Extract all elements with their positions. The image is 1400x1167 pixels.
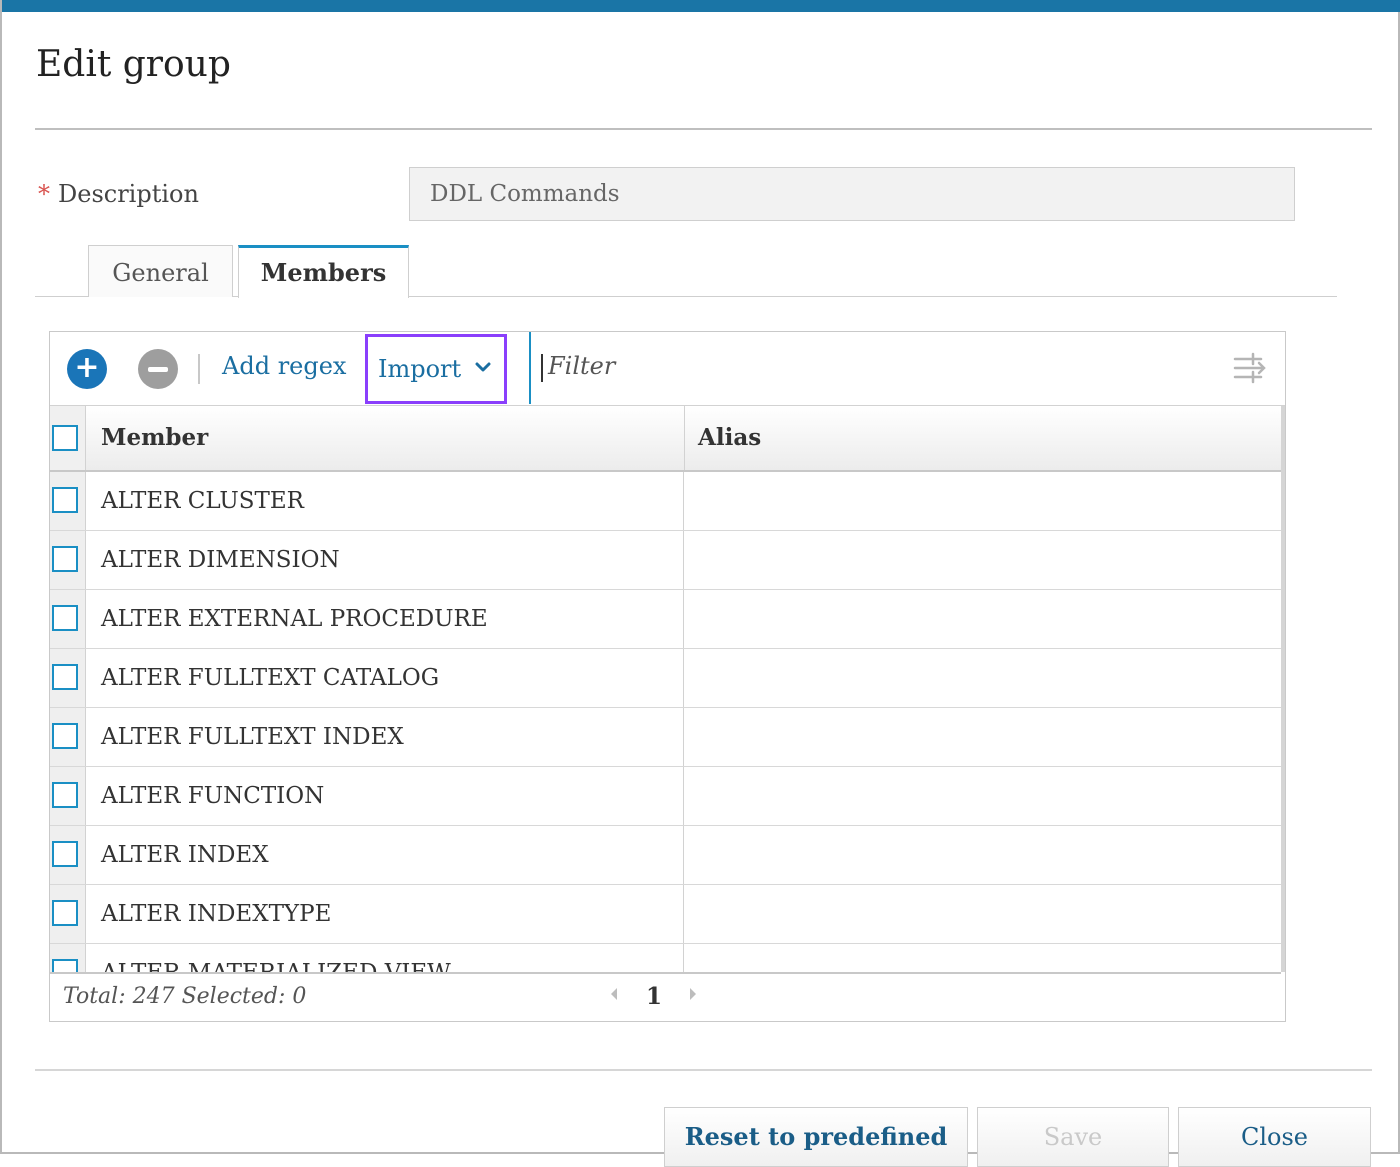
- dialog-title: Edit group: [36, 44, 231, 85]
- description-label: * Description: [38, 180, 199, 208]
- table-row[interactable]: ALTER MATERIALIZED VIEW: [50, 944, 1281, 974]
- reset-to-predefined-button[interactable]: Reset to predefined: [664, 1107, 968, 1167]
- table-row[interactable]: ALTER CLUSTER: [50, 472, 1281, 531]
- select-all-checkbox[interactable]: [52, 425, 78, 451]
- filter-options-icon[interactable]: [1233, 352, 1267, 384]
- edit-group-dialog: Edit group * Description DDL Commands Gen…: [0, 0, 1400, 1167]
- row-select-cell: [50, 531, 86, 589]
- row-select-cell: [50, 590, 86, 648]
- row-checkbox[interactable]: [52, 959, 78, 972]
- member-cell: ALTER FULLTEXT INDEX: [101, 724, 404, 750]
- row-select-cell: [50, 885, 86, 943]
- table-row[interactable]: ALTER EXTERNAL PROCEDURE: [50, 590, 1281, 649]
- row-checkbox[interactable]: [52, 900, 78, 926]
- import-label: Import: [378, 355, 462, 383]
- member-cell: ALTER DIMENSION: [101, 547, 340, 573]
- import-dropdown-button[interactable]: Import: [365, 334, 507, 404]
- chevron-down-icon: [475, 362, 491, 372]
- member-cell: ALTER MATERIALIZED VIEW: [101, 960, 451, 974]
- toolbar-separator: [198, 354, 200, 384]
- table-row[interactable]: ALTER FULLTEXT CATALOG: [50, 649, 1281, 708]
- member-cell: ALTER FULLTEXT CATALOG: [101, 665, 440, 691]
- required-marker: *: [38, 180, 50, 208]
- table-scrollbar[interactable]: [1281, 406, 1285, 972]
- title-divider: [35, 128, 1372, 130]
- alias-cell[interactable]: [683, 826, 1281, 884]
- tab-general[interactable]: General: [88, 245, 233, 297]
- row-select-cell: [50, 649, 86, 707]
- row-select-cell: [50, 708, 86, 766]
- plus-circle-icon: +: [74, 350, 100, 385]
- footer-divider: [35, 1069, 1372, 1071]
- member-cell: ALTER INDEXTYPE: [101, 901, 332, 927]
- row-select-cell: [50, 826, 86, 884]
- table-header: Member Alias: [50, 406, 1281, 472]
- table-row[interactable]: ALTER DIMENSION: [50, 531, 1281, 590]
- table-body: ALTER CLUSTER ALTER DIMENSION ALTER EXTE…: [50, 472, 1281, 974]
- members-grid: + Add regex Import Filter Member Alias A…: [49, 331, 1286, 1022]
- remove-member-button[interactable]: [138, 349, 178, 389]
- row-select-cell: [50, 472, 86, 530]
- save-button[interactable]: Save: [977, 1107, 1169, 1167]
- member-cell: ALTER EXTERNAL PROCEDURE: [101, 606, 488, 632]
- column-header-member[interactable]: Member: [101, 406, 208, 470]
- text-cursor: [541, 354, 543, 382]
- row-checkbox[interactable]: [52, 487, 78, 513]
- grid-toolbar: + Add regex Import Filter: [50, 332, 1285, 406]
- column-header-alias[interactable]: Alias: [684, 406, 1278, 470]
- alias-cell[interactable]: [683, 472, 1281, 530]
- add-member-button[interactable]: +: [67, 349, 107, 389]
- table-row[interactable]: ALTER FUNCTION: [50, 767, 1281, 826]
- alias-cell[interactable]: [683, 708, 1281, 766]
- alias-cell[interactable]: [683, 531, 1281, 589]
- grid-footer: Total: 247 Selected: 0 1: [50, 973, 1285, 1021]
- close-button[interactable]: Close: [1178, 1107, 1371, 1167]
- current-page[interactable]: 1: [646, 983, 662, 1010]
- member-cell: ALTER CLUSTER: [101, 488, 304, 514]
- description-field[interactable]: DDL Commands: [409, 167, 1295, 221]
- next-page-icon[interactable]: [690, 988, 696, 1000]
- filter-input[interactable]: Filter: [548, 352, 615, 380]
- table-row[interactable]: ALTER INDEX: [50, 826, 1281, 885]
- tab-members[interactable]: Members: [238, 245, 409, 298]
- table-row[interactable]: ALTER INDEXTYPE: [50, 885, 1281, 944]
- row-checkbox[interactable]: [52, 664, 78, 690]
- alias-cell[interactable]: [683, 649, 1281, 707]
- row-select-cell: [50, 944, 86, 972]
- row-checkbox[interactable]: [52, 782, 78, 808]
- alias-cell[interactable]: [683, 885, 1281, 943]
- filter-box[interactable]: Filter: [529, 332, 1287, 404]
- table-row[interactable]: ALTER FULLTEXT INDEX: [50, 708, 1281, 767]
- description-label-text: Description: [58, 180, 199, 208]
- row-checkbox[interactable]: [52, 723, 78, 749]
- member-cell: ALTER INDEX: [101, 842, 269, 868]
- member-cell: ALTER FUNCTION: [101, 783, 325, 809]
- row-checkbox[interactable]: [52, 841, 78, 867]
- row-checkbox[interactable]: [52, 605, 78, 631]
- previous-page-icon[interactable]: [611, 988, 617, 1000]
- dialog-top-bar: [2, 0, 1400, 12]
- row-select-cell: [50, 767, 86, 825]
- alias-cell[interactable]: [683, 767, 1281, 825]
- alias-cell[interactable]: [683, 944, 1281, 972]
- select-all-cell: [50, 406, 86, 470]
- add-regex-link[interactable]: Add regex: [222, 352, 346, 380]
- selection-summary: Total: 247 Selected: 0: [63, 984, 307, 1009]
- row-checkbox[interactable]: [52, 546, 78, 572]
- alias-cell[interactable]: [683, 590, 1281, 648]
- minus-circle-icon: [148, 367, 168, 372]
